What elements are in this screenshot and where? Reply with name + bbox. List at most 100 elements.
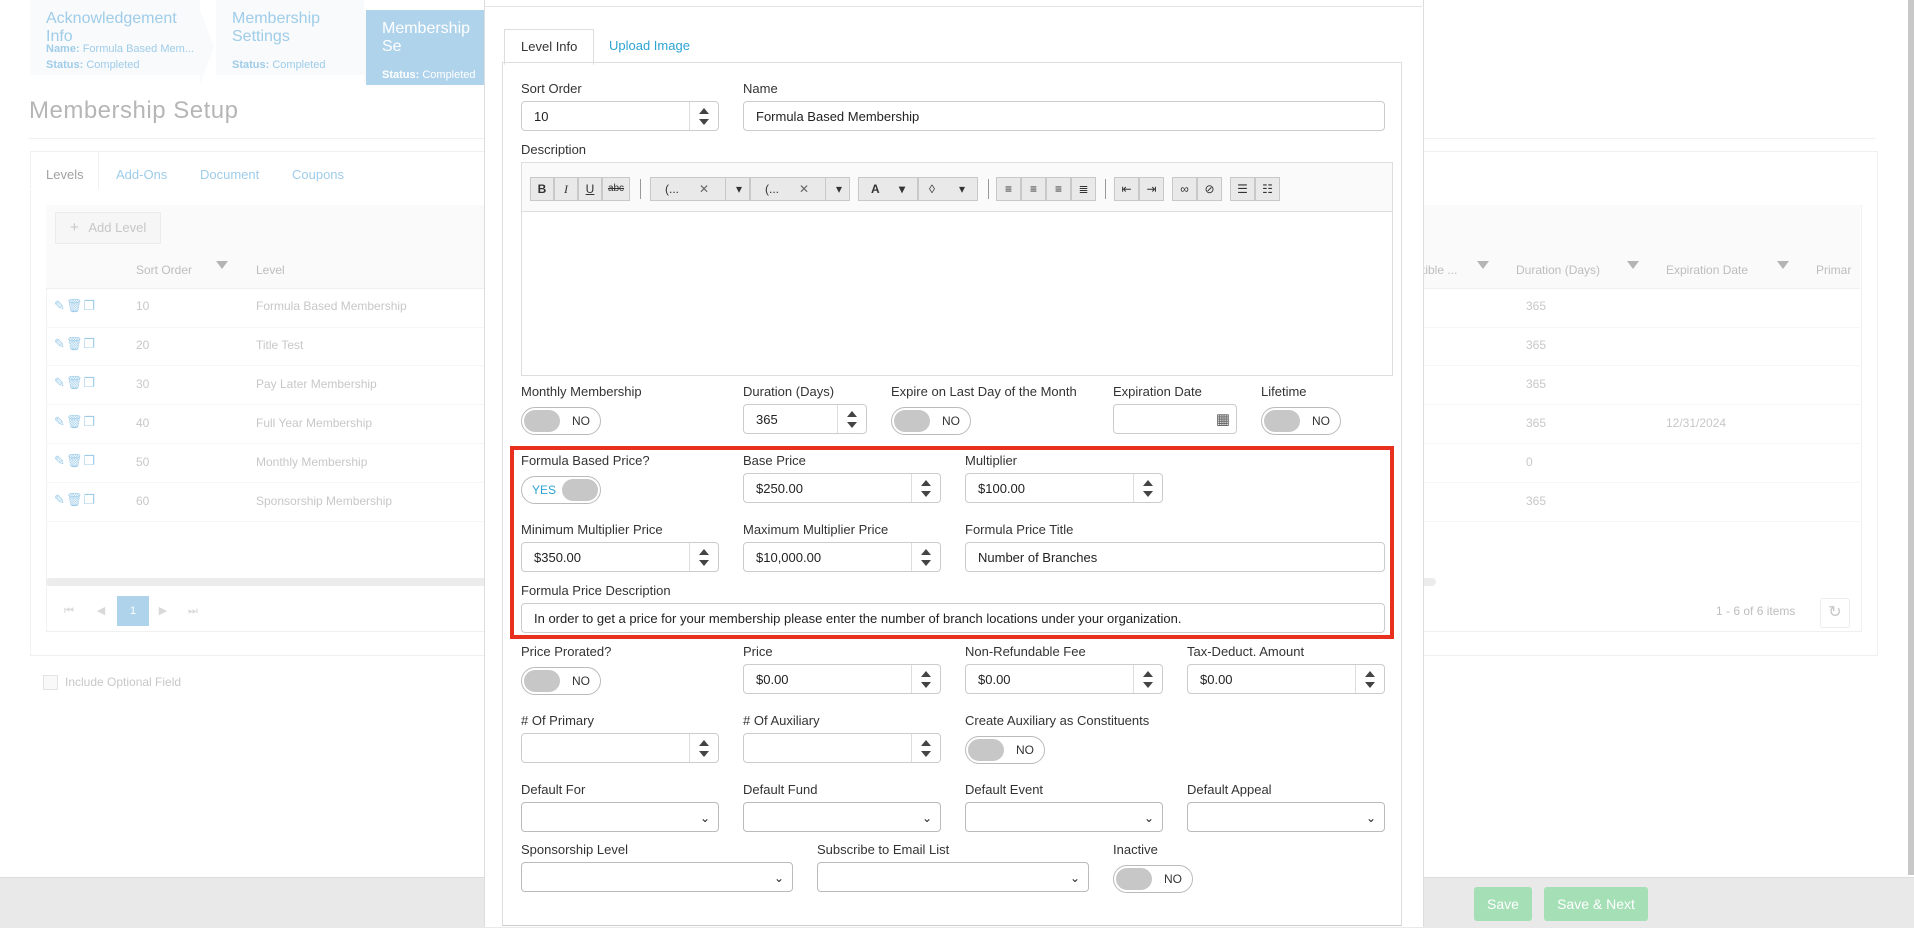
bulleted-list-icon[interactable]: ☷	[1255, 177, 1280, 201]
align-center-icon[interactable]: ≡	[1021, 177, 1046, 201]
save-next-button[interactable]: Save & Next	[1544, 887, 1648, 921]
formula-price-title-label: Formula Price Title	[965, 522, 1074, 537]
default-event-label: Default Event	[965, 782, 1044, 797]
tax-deduct-amount-label: Tax-Deduct. Amount	[1187, 644, 1305, 659]
font-color-picker[interactable]: A ▾	[858, 177, 918, 201]
default-for-select[interactable]: ⌄	[521, 802, 719, 832]
create-auxiliary-toggle[interactable]: NO	[965, 736, 1045, 764]
description-label: Description	[521, 142, 587, 157]
num-primary-input[interactable]	[521, 733, 719, 763]
calendar-icon[interactable]: ▦	[1216, 405, 1230, 435]
formula-based-price-label: Formula Based Price?	[521, 453, 650, 468]
name-label: Name	[743, 81, 778, 96]
bold-button[interactable]: B	[530, 177, 554, 201]
spinner-icon[interactable]	[911, 665, 940, 693]
inactive-label: Inactive	[1113, 842, 1158, 857]
name-input[interactable]: Formula Based Membership	[743, 101, 1385, 131]
subscribe-email-select[interactable]: ⌄	[817, 862, 1089, 892]
subscribe-email-label: Subscribe to Email List	[817, 842, 950, 857]
clear-icon: ✕	[699, 182, 710, 196]
price-prorated-label: Price Prorated?	[521, 644, 612, 659]
indent-icon[interactable]: ⇥	[1139, 177, 1164, 201]
outdent-icon[interactable]: ⇤	[1114, 177, 1139, 201]
tab-level-info[interactable]: Level Info	[504, 29, 595, 65]
sponsorship-level-select[interactable]: ⌄	[521, 862, 793, 892]
non-refundable-fee-input[interactable]: $0.00	[965, 664, 1163, 694]
num-auxiliary-input[interactable]	[743, 733, 941, 763]
formula-based-price-toggle[interactable]: YES	[521, 476, 601, 504]
chevron-down-icon: ⌄	[1069, 871, 1080, 885]
chevron-down-icon: ▾	[825, 178, 852, 200]
monthly-membership-label: Monthly Membership	[521, 384, 642, 399]
expiration-date-input[interactable]: ▦	[1113, 404, 1237, 434]
inactive-toggle[interactable]: NO	[1113, 865, 1193, 893]
sponsorship-level-label: Sponsorship Level	[521, 842, 628, 857]
toolbar-separator	[640, 179, 641, 199]
toolbar-separator	[1105, 179, 1106, 199]
tab-upload-image[interactable]: Upload Image	[593, 29, 706, 63]
max-multiplier-price-input[interactable]: $10,000.00	[743, 542, 941, 572]
expire-last-day-label: Expire on Last Day of the Month	[891, 384, 1077, 399]
spinner-icon[interactable]	[911, 474, 940, 502]
chevron-down-icon: ▾	[725, 178, 752, 200]
chevron-down-icon: ⌄	[921, 811, 932, 825]
toolbar-separator	[988, 179, 989, 199]
multiplier-input[interactable]: $100.00	[965, 473, 1163, 503]
spinner-icon[interactable]	[689, 543, 718, 571]
tax-deduct-amount-input[interactable]: $0.00	[1187, 664, 1385, 694]
num-auxiliary-label: # Of Auxiliary	[743, 713, 820, 728]
spinner-icon[interactable]	[1133, 665, 1162, 693]
justify-icon[interactable]: ≣	[1071, 177, 1096, 201]
chevron-down-icon: ⌄	[773, 871, 784, 885]
spinner-icon[interactable]	[689, 102, 718, 130]
spinner-icon[interactable]	[689, 734, 718, 762]
default-appeal-label: Default Appeal	[1187, 782, 1272, 797]
default-fund-select[interactable]: ⌄	[743, 802, 941, 832]
chevron-down-icon: ▾	[899, 182, 906, 196]
font-size-select[interactable]: (... ✕ ▾	[750, 177, 850, 201]
spinner-icon[interactable]	[911, 734, 940, 762]
clear-icon: ✕	[799, 182, 810, 196]
lifetime-label: Lifetime	[1261, 384, 1307, 399]
formula-price-title-input[interactable]: Number of Branches	[965, 542, 1385, 572]
default-fund-label: Default Fund	[743, 782, 818, 797]
description-text-area[interactable]	[522, 212, 1392, 374]
link-icon[interactable]: ∞	[1172, 177, 1197, 201]
divider	[484, 6, 1422, 7]
duration-label: Duration (Days)	[743, 384, 835, 399]
default-event-select[interactable]: ⌄	[965, 802, 1163, 832]
chevron-down-icon: ⌄	[1365, 811, 1376, 825]
default-appeal-select[interactable]: ⌄	[1187, 802, 1385, 832]
strikethrough-button[interactable]: abc	[602, 177, 630, 201]
background-color-picker[interactable]: ◊ ▾	[918, 177, 978, 201]
spinner-icon[interactable]	[837, 405, 866, 433]
expire-last-day-toggle[interactable]: NO	[891, 407, 971, 435]
align-right-icon[interactable]: ≡	[1046, 177, 1071, 201]
underline-button[interactable]: U	[578, 177, 602, 201]
spinner-icon[interactable]	[1355, 665, 1384, 693]
price-label: Price	[743, 644, 773, 659]
lifetime-toggle[interactable]: NO	[1261, 407, 1341, 435]
font-family-select[interactable]: (... ✕ ▾	[650, 177, 750, 201]
sort-order-input[interactable]: 10	[521, 101, 719, 131]
formula-price-description-input[interactable]: In order to get a price for your members…	[521, 603, 1385, 633]
spinner-icon[interactable]	[911, 543, 940, 571]
price-prorated-toggle[interactable]: NO	[521, 667, 601, 695]
unlink-icon[interactable]: ⊘	[1197, 177, 1222, 201]
duration-input[interactable]: 365	[743, 404, 867, 434]
numbered-list-icon[interactable]: ☰	[1230, 177, 1255, 201]
base-price-input[interactable]: $250.00	[743, 473, 941, 503]
page-scrollbar[interactable]	[1908, 0, 1914, 875]
save-button[interactable]: Save	[1474, 887, 1532, 921]
align-left-icon[interactable]: ≡	[996, 177, 1021, 201]
min-multiplier-price-label: Minimum Multiplier Price	[521, 522, 663, 537]
monthly-membership-toggle[interactable]: NO	[521, 407, 601, 435]
italic-button[interactable]: I	[554, 177, 578, 201]
max-multiplier-price-label: Maximum Multiplier Price	[743, 522, 889, 537]
spinner-icon[interactable]	[1133, 474, 1162, 502]
price-input[interactable]: $0.00	[743, 664, 941, 694]
chevron-down-icon: ⌄	[699, 811, 710, 825]
formula-price-description-label: Formula Price Description	[521, 583, 671, 598]
min-multiplier-price-input[interactable]: $350.00	[521, 542, 719, 572]
chevron-down-icon: ⌄	[1143, 811, 1154, 825]
